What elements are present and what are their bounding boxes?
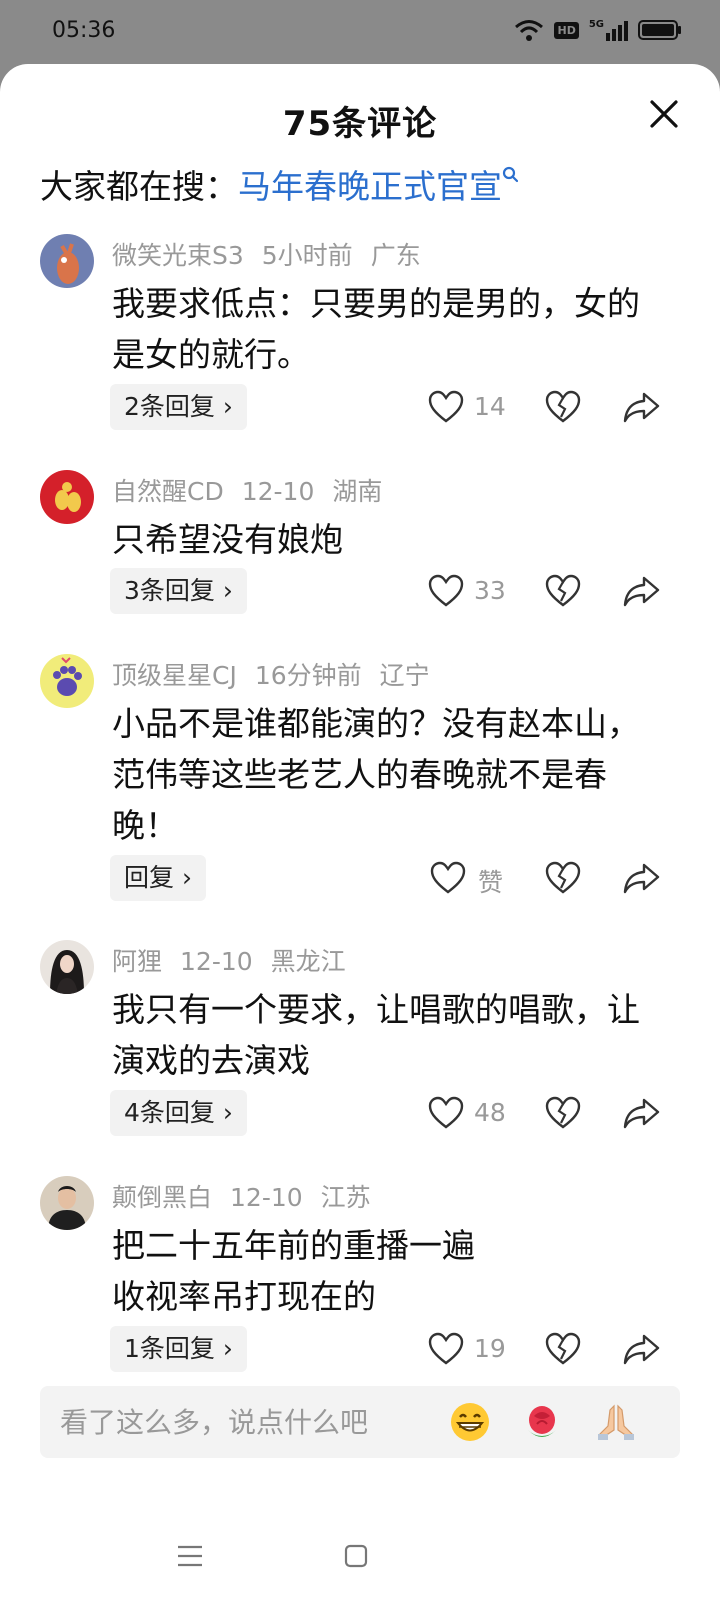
broken-heart-icon[interactable] — [545, 390, 581, 424]
comment-text: 把二十五年前的重播一遍 收视率吊打现在的 — [112, 1226, 475, 1316]
comment-time: 5小时前 — [261, 241, 353, 270]
comment-input-bar — [40, 1386, 680, 1458]
avatar[interactable] — [40, 470, 94, 524]
trending-search: 大家都在搜：马年春晚正式官宣 — [40, 160, 519, 208]
view-replies-button[interactable]: 3条回复 › — [110, 568, 247, 614]
comment-location: 江苏 — [320, 1183, 371, 1212]
view-replies-button[interactable]: 4条回复 › — [110, 1090, 247, 1136]
broken-heart-icon[interactable] — [545, 861, 581, 895]
comment-meta: 微笑光束S3 5小时前 广东 — [112, 236, 439, 272]
search-icon[interactable] — [502, 166, 519, 186]
status-bar: 05:36 HD 5G — [0, 0, 720, 64]
avatar[interactable] — [40, 940, 94, 994]
comment-text: 我要求低点：只要男的是男的，女的是女的就行。 — [112, 284, 640, 374]
avatar[interactable] — [40, 234, 94, 288]
comment-meta: 颠倒黑白 12-10 江苏 — [112, 1178, 389, 1214]
status-time: 05:36 — [52, 18, 116, 43]
broken-heart-icon[interactable] — [545, 574, 581, 608]
comment-time: 12-10 — [180, 947, 253, 976]
share-icon[interactable] — [622, 1096, 662, 1130]
comment-input[interactable] — [60, 1386, 420, 1458]
comment-username[interactable]: 自然醒CD — [112, 477, 224, 506]
comment-username[interactable]: 颠倒黑白 — [112, 1183, 212, 1212]
like-count: 48 — [474, 1098, 506, 1127]
comment-meta: 阿狸 12-10 黑龙江 — [112, 942, 364, 978]
share-icon[interactable] — [622, 574, 662, 608]
share-icon[interactable] — [622, 390, 662, 424]
comment-actions: 回复 › 赞 — [0, 855, 720, 903]
comment-time: 12-10 — [230, 1183, 303, 1212]
reply-button[interactable]: 回复 › — [110, 855, 206, 901]
comment-text: 只希望没有娘炮 — [112, 520, 343, 559]
rose-emoji-icon[interactable] — [520, 1400, 564, 1444]
system-nav-bar — [0, 1498, 720, 1612]
comment-username[interactable]: 微笑光束S3 — [112, 241, 244, 270]
search-prefix: 大家都在搜： — [40, 167, 238, 206]
hd-badge: HD — [554, 21, 579, 39]
wifi-icon — [515, 20, 544, 41]
comment-actions: 2条回复 › 14 — [0, 384, 720, 432]
comment-username[interactable]: 顶级星星CJ — [112, 661, 237, 690]
heart-icon[interactable] — [428, 574, 464, 608]
view-replies-button[interactable]: 1条回复 › — [110, 1326, 247, 1372]
broken-heart-icon[interactable] — [545, 1096, 581, 1130]
heart-icon[interactable] — [430, 861, 466, 895]
like-count: 19 — [474, 1334, 506, 1363]
like-label: 赞 — [478, 868, 504, 897]
avatar[interactable] — [40, 1176, 94, 1230]
comment-text: 小品不是谁都能演的？没有赵本山，范伟等这些老艺人的春晚就不是春晚！ — [112, 704, 640, 845]
comment-meta: 顶级星星CJ 16分钟前 辽宁 — [112, 656, 448, 692]
signal-icon: 5G — [589, 19, 628, 41]
comment-time: 16分钟前 — [254, 661, 362, 690]
comment-location: 黑龙江 — [270, 947, 346, 976]
share-icon[interactable] — [622, 861, 662, 895]
pray-emoji-icon[interactable] — [594, 1400, 638, 1444]
avatar[interactable] — [40, 654, 94, 708]
comment-actions: 3条回复 › 33 — [0, 568, 720, 616]
comment-actions: 1条回复 › 19 — [0, 1326, 720, 1374]
comment-time: 12-10 — [241, 477, 315, 506]
heart-icon[interactable] — [428, 1096, 464, 1130]
home-square-icon[interactable] — [344, 1544, 368, 1568]
comment-location: 湖南 — [332, 477, 383, 506]
grin-emoji-icon[interactable] — [448, 1400, 492, 1444]
heart-icon[interactable] — [428, 390, 464, 424]
close-icon[interactable] — [644, 94, 684, 134]
share-icon[interactable] — [622, 1332, 662, 1366]
comment-location: 广东 — [370, 241, 421, 270]
comment-location: 辽宁 — [379, 661, 430, 690]
battery-icon — [638, 20, 681, 40]
like-count: 33 — [474, 576, 506, 605]
view-replies-button[interactable]: 2条回复 › — [110, 384, 247, 430]
status-icons: HD 5G — [514, 18, 682, 42]
like-count: 14 — [474, 392, 506, 421]
comment-meta: 自然醒CD 12-10 湖南 — [112, 472, 400, 508]
page-title: 75条评论 — [282, 104, 438, 144]
signal-label: 5G — [588, 19, 604, 30]
search-query-link[interactable]: 马年春晚正式官宣 — [238, 167, 502, 206]
comment-text: 我只有一个要求，让唱歌的唱歌，让演戏的去演戏 — [112, 990, 640, 1080]
comment-actions: 4条回复 › 48 — [0, 1090, 720, 1138]
menu-icon[interactable] — [176, 1544, 204, 1568]
heart-icon[interactable] — [428, 1332, 464, 1366]
broken-heart-icon[interactable] — [545, 1332, 581, 1366]
comments-sheet: 75条评论 大家都在搜：马年春晚正式官宣 微笑光束S3 5小时前 广东 我要求低点：… — [0, 64, 720, 1612]
comment-username[interactable]: 阿狸 — [112, 947, 162, 976]
